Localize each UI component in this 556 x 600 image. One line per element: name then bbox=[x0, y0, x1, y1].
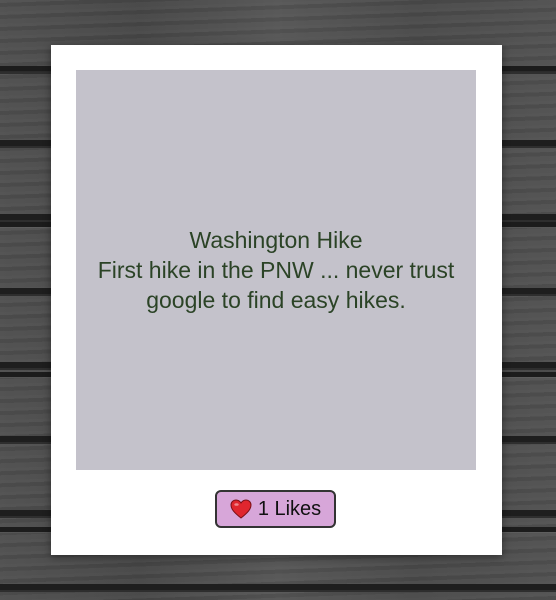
like-count-label: 1 Likes bbox=[257, 497, 322, 520]
like-button[interactable]: 1 Likes bbox=[215, 490, 336, 528]
post-title: Washington Hike bbox=[189, 227, 363, 253]
post-card: Washington Hike First hike in the PNW ..… bbox=[51, 45, 502, 555]
post-image-placeholder: Washington Hike First hike in the PNW ..… bbox=[76, 70, 476, 470]
post-description: First hike in the PNW ... never trust go… bbox=[97, 257, 455, 313]
heart-icon bbox=[230, 499, 252, 519]
